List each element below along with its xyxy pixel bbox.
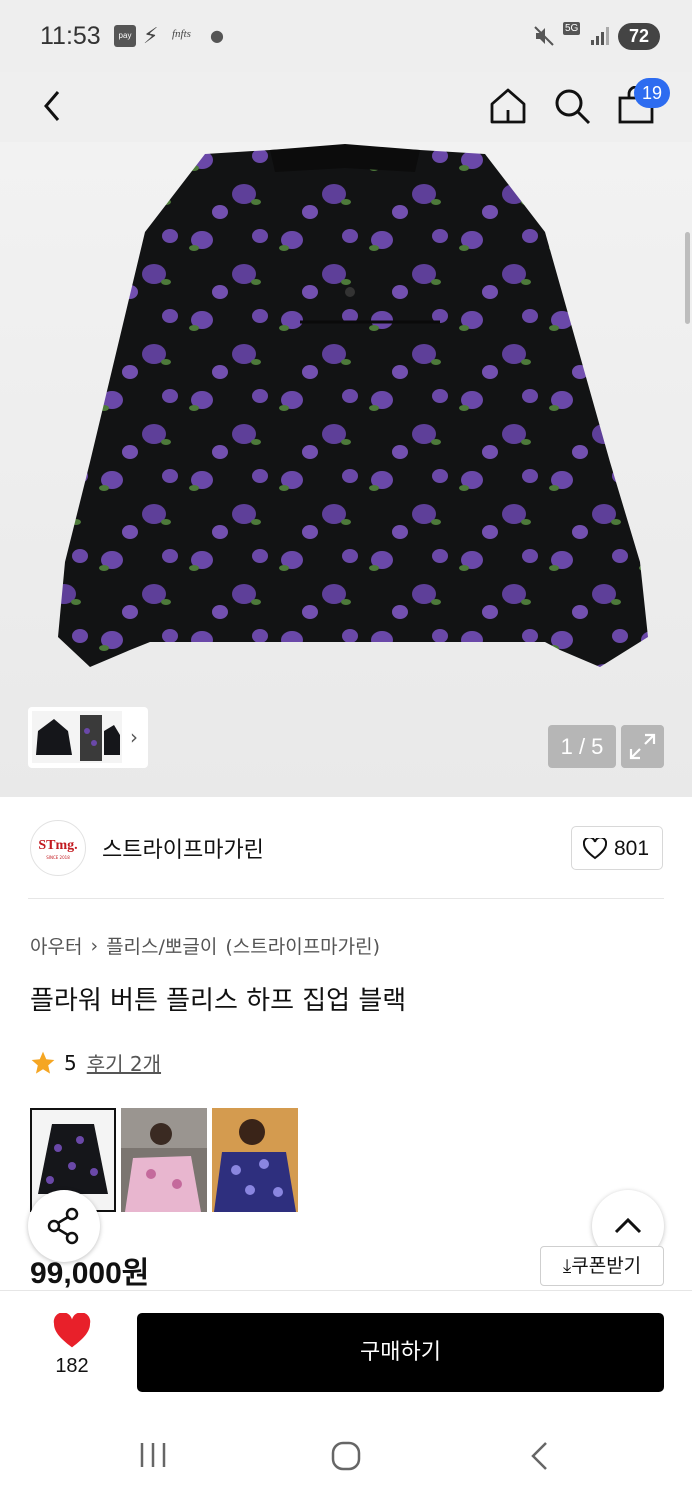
buy-button[interactable]: 구매하기 (137, 1313, 664, 1392)
coupon-download-button[interactable]: ⤓쿠폰받기 (540, 1246, 664, 1286)
app-header (0, 72, 692, 142)
status-bar: 11:53 pay ⚡ fnfts ● 5G 72 (0, 0, 692, 72)
coupon-label: 쿠폰받기 (571, 1255, 642, 1277)
review-image (212, 1108, 298, 1212)
system-navigation-bar (0, 1412, 692, 1500)
product-image (58, 144, 648, 667)
product-price: 99,000원 (30, 1257, 150, 1290)
bolt-icon: ⚡ (143, 24, 159, 49)
battery-indicator: 72 (618, 23, 660, 50)
expand-button[interactable] (621, 725, 664, 768)
home-button[interactable] (488, 86, 528, 126)
thumbnail-image (32, 711, 122, 763)
review-thumbnail[interactable] (212, 1108, 298, 1212)
divider (28, 898, 664, 899)
chevron-right-icon: › (130, 725, 138, 749)
breadcrumb: 아우터 › 플리스/뽀글이 (스트라이프마가린) (30, 932, 380, 959)
review-count-link[interactable]: 후기 2개 (87, 1048, 161, 1077)
recent-apps-button[interactable] (138, 1440, 168, 1470)
product-title: 플라워 버튼 플리스 하프 집업 블랙 (30, 986, 407, 1016)
store-name[interactable]: 스트라이프마가린 (102, 832, 264, 864)
star-icon (31, 1051, 55, 1074)
review-image (121, 1108, 207, 1212)
store-like-button[interactable]: 801 (571, 826, 663, 870)
breadcrumb-subcategory[interactable]: 플리스/뽀글이 (106, 932, 217, 959)
back-button[interactable] (36, 86, 70, 126)
download-icon: ⤓ (562, 1255, 572, 1277)
signal-icon (591, 27, 609, 45)
store-logo-subtext: SINCE 2018 (46, 855, 70, 860)
rating-row: 5 후기 2개 (30, 1048, 161, 1077)
scrollbar[interactable] (685, 232, 690, 324)
brand-notification-icon: fnfts (172, 28, 191, 40)
mute-icon (534, 26, 554, 46)
heart-filled-icon (53, 1312, 91, 1348)
breadcrumb-separator-icon: › (90, 934, 99, 957)
cart-count-badge: 19 (634, 78, 670, 108)
heart-outline-icon (583, 838, 607, 860)
review-thumbnail[interactable] (121, 1108, 207, 1212)
page-indicator: 1 / 5 (548, 725, 616, 768)
product-image-gallery[interactable] (0, 142, 692, 797)
rating-value: 5 (64, 1050, 77, 1075)
pay-app-icon: pay (114, 25, 136, 47)
store-logo-text: STmg. (38, 838, 78, 853)
network-type: 5G (563, 22, 581, 35)
status-time: 11:53 (40, 22, 101, 50)
system-home-button[interactable] (330, 1440, 362, 1472)
store-logo[interactable]: STmg. SINCE 2018 (30, 820, 86, 876)
search-button[interactable] (552, 86, 592, 126)
breadcrumb-category[interactable]: 아우터 (30, 932, 82, 959)
wishlist-count: 182 (55, 1355, 89, 1377)
breadcrumb-brand[interactable]: (스트라이프마가린) (225, 932, 380, 959)
more-notifications-dot-icon: ● (210, 26, 224, 45)
bottom-action-bar: 182 구매하기 (0, 1290, 692, 1412)
wishlist-button[interactable]: 182 (40, 1312, 104, 1393)
system-back-button[interactable] (528, 1440, 552, 1472)
image-thumbnail-strip[interactable]: › (28, 707, 148, 768)
store-like-count: 801 (614, 837, 650, 860)
